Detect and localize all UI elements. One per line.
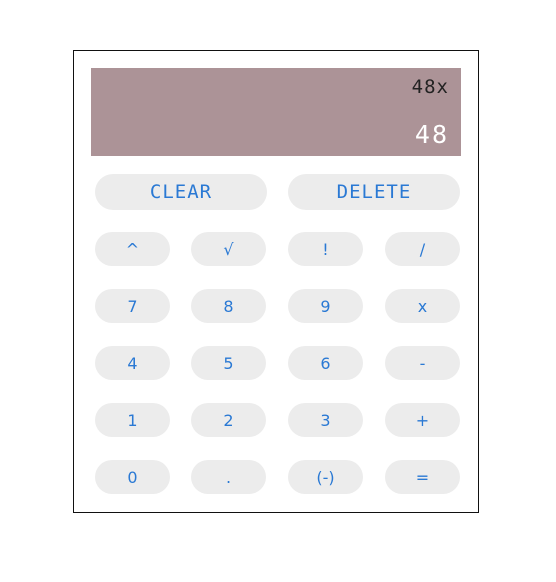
digit-0-button[interactable]: 0 [95, 460, 170, 494]
delete-button[interactable]: DELETE [288, 174, 460, 210]
digit-9-button[interactable]: 9 [288, 289, 363, 323]
digit-2-button[interactable]: 2 [191, 403, 266, 437]
digit-6-button[interactable]: 6 [288, 346, 363, 380]
decimal-button[interactable]: . [191, 460, 266, 494]
negate-button[interactable]: (-) [288, 460, 363, 494]
calculator-display: 48x 48 [91, 68, 461, 156]
factorial-button[interactable]: ! [288, 232, 363, 266]
digit-1-button[interactable]: 1 [95, 403, 170, 437]
equals-button[interactable]: = [385, 460, 460, 494]
calculator-frame: 48x 48 CLEAR DELETE ^ √ ! / 7 8 9 x 4 5 … [73, 50, 479, 513]
divide-button[interactable]: / [385, 232, 460, 266]
digit-3-button[interactable]: 3 [288, 403, 363, 437]
clear-button[interactable]: CLEAR [95, 174, 267, 210]
expression-text: 48x [411, 76, 449, 98]
digit-7-button[interactable]: 7 [95, 289, 170, 323]
multiply-button[interactable]: x [385, 289, 460, 323]
result-text: 48 [414, 120, 449, 149]
digit-5-button[interactable]: 5 [191, 346, 266, 380]
digit-8-button[interactable]: 8 [191, 289, 266, 323]
add-button[interactable]: + [385, 403, 460, 437]
subtract-button[interactable]: - [385, 346, 460, 380]
digit-4-button[interactable]: 4 [95, 346, 170, 380]
sqrt-button[interactable]: √ [191, 232, 266, 266]
power-button[interactable]: ^ [95, 232, 170, 266]
